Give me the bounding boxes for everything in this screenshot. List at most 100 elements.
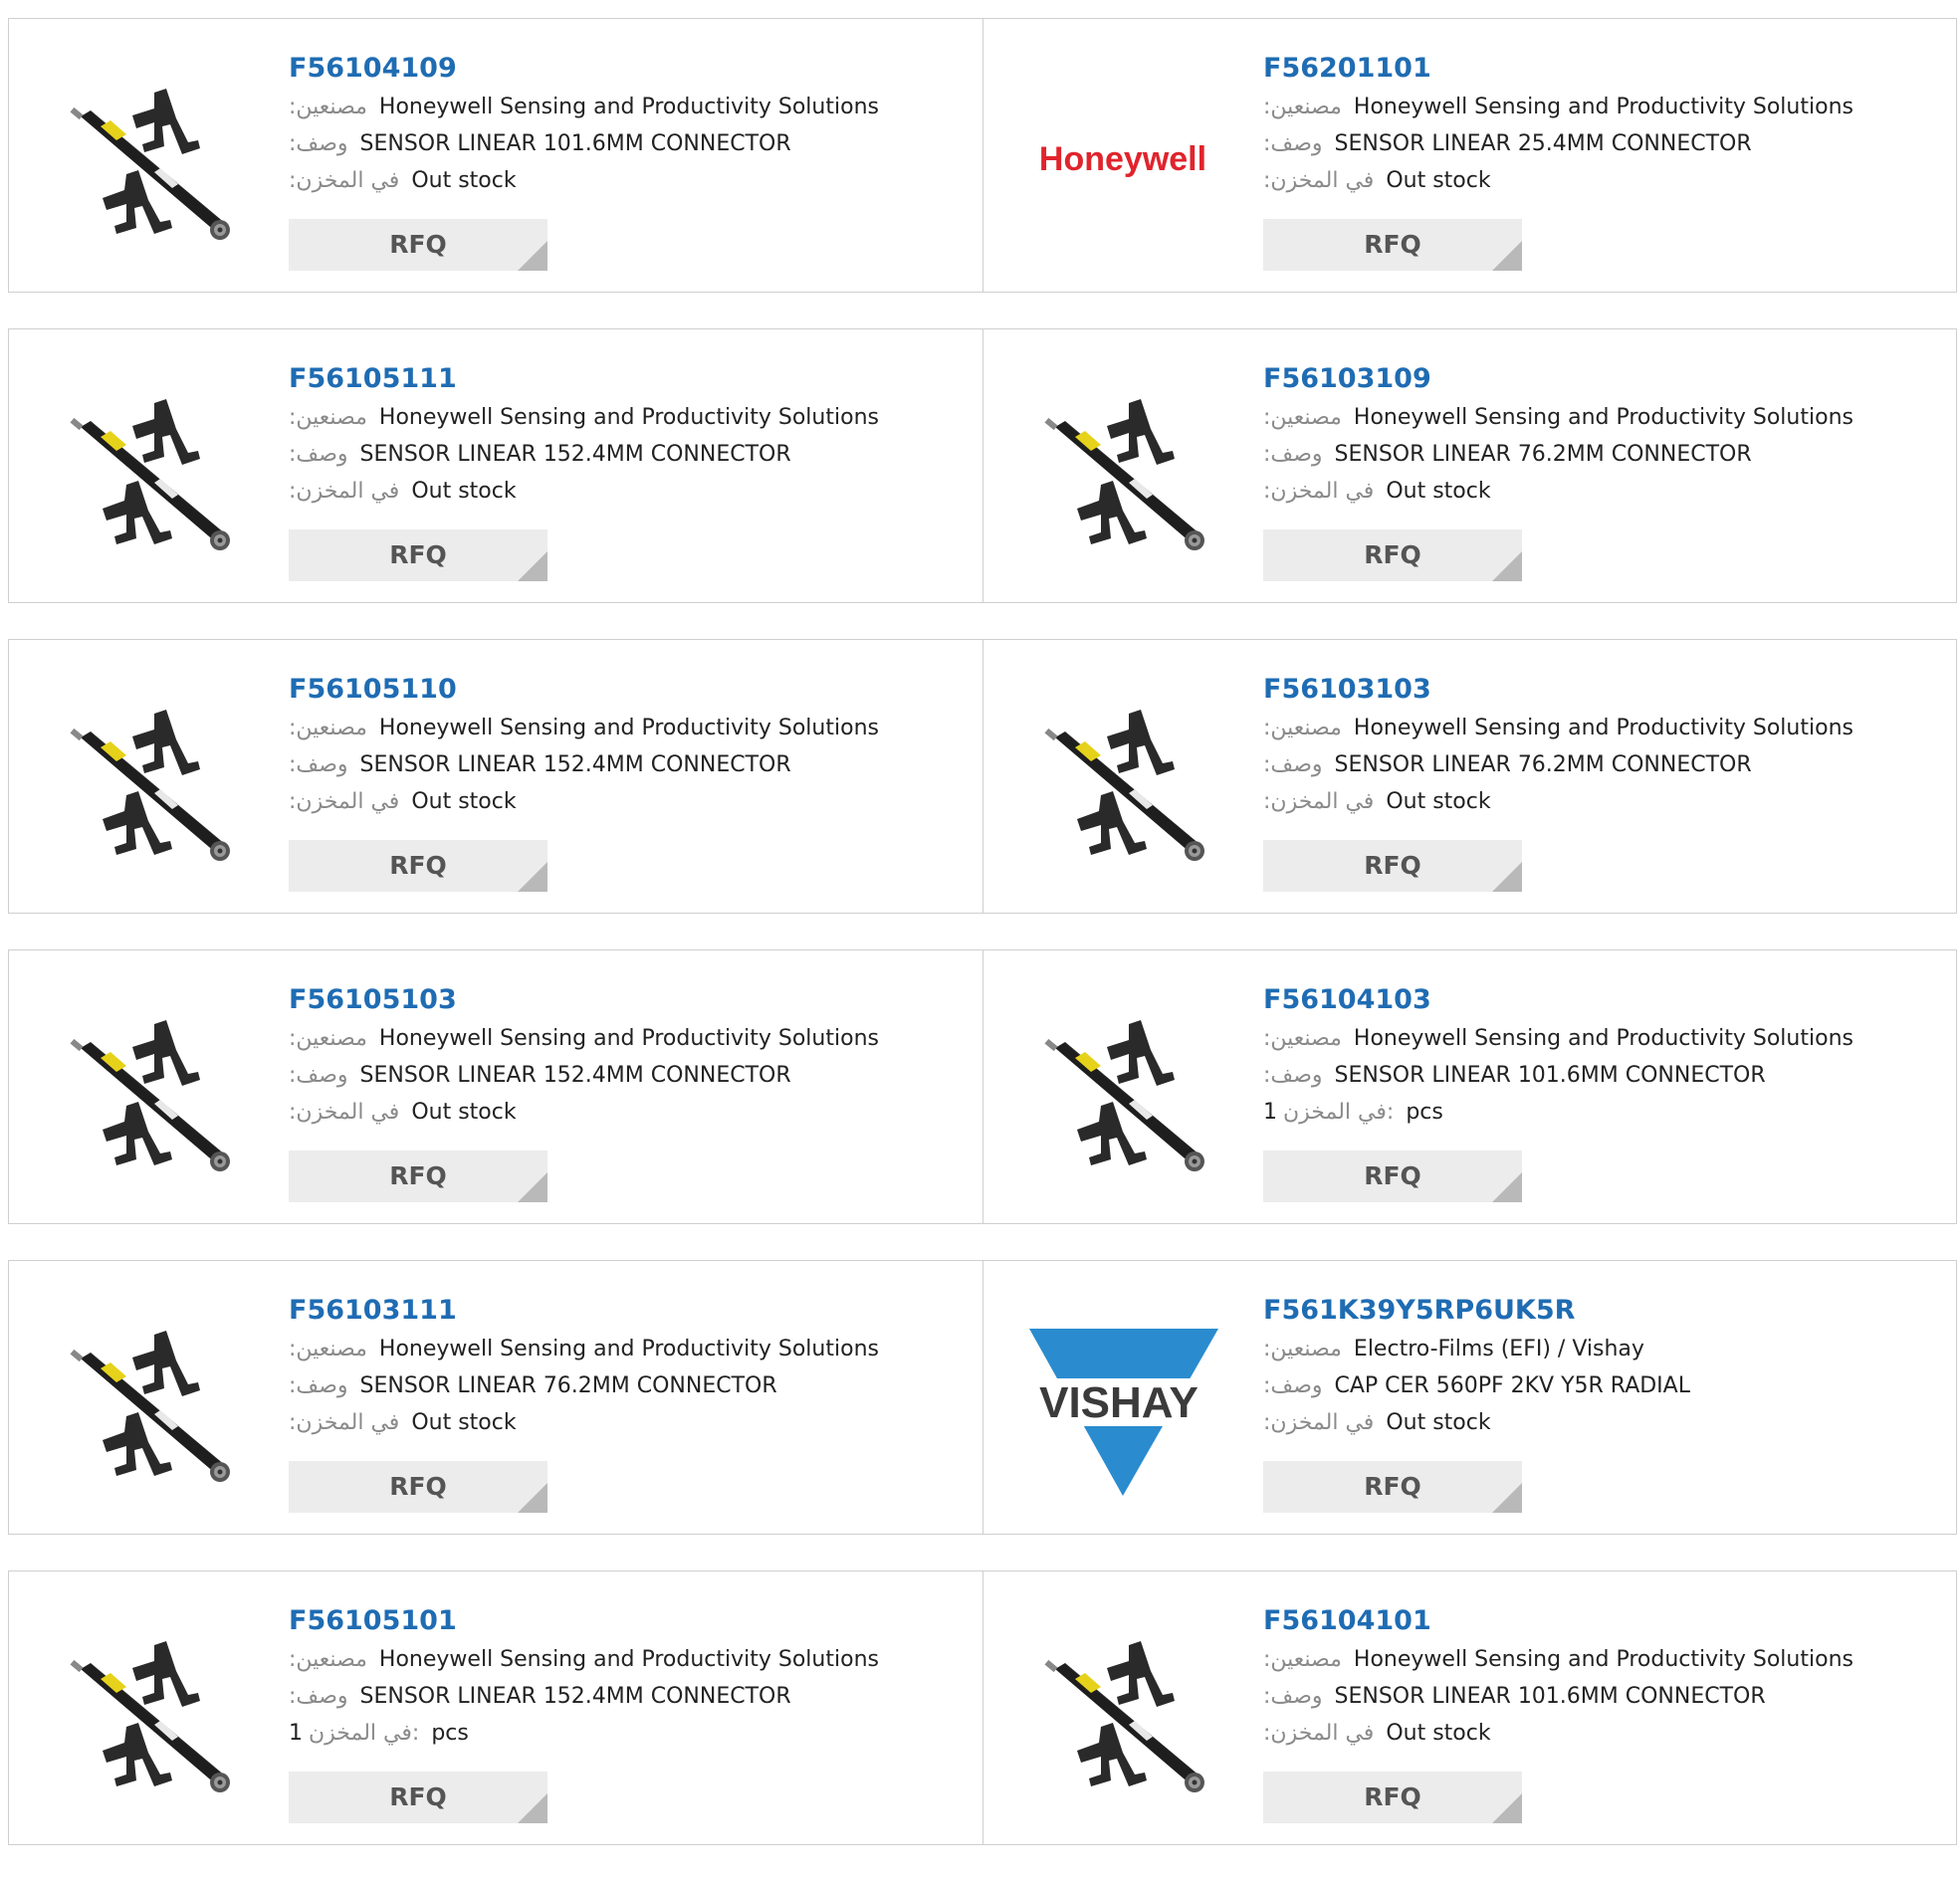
product-card: F56105111:مصنعين Honeywell Sensing and Pr…: [9, 329, 982, 602]
description-value: SENSOR LINEAR 101.6MM CONNECTOR: [1334, 1063, 1766, 1088]
rfq-button[interactable]: RFQ: [1263, 1461, 1522, 1513]
product-info: F56105103:مصنعين Honeywell Sensing and Pr…: [289, 980, 879, 1131]
part-number-link[interactable]: F56105103: [289, 980, 879, 1020]
manufacturer-value: Honeywell Sensing and Productivity Solut…: [1353, 1647, 1853, 1672]
part-number-link[interactable]: F56103111: [289, 1291, 879, 1331]
corner-triangle-icon: [1492, 1793, 1522, 1823]
rfq-button[interactable]: RFQ: [1263, 840, 1522, 892]
rfq-button-label: RFQ: [1364, 851, 1421, 880]
linear-sensor-image: [70, 89, 230, 240]
rfq-button[interactable]: RFQ: [289, 219, 547, 271]
part-number-link[interactable]: F561K39Y5RP6UK5R: [1263, 1291, 1690, 1331]
product-image[interactable]: VISHAY: [1023, 1301, 1222, 1500]
manufacturer-label: :مصنعين: [1263, 1337, 1342, 1361]
product-info: F56103111:مصنعين Honeywell Sensing and Pr…: [289, 1291, 879, 1441]
stock-value: Out stock: [1386, 479, 1491, 504]
description-label: :وصف: [289, 1684, 348, 1709]
rfq-button[interactable]: RFQ: [289, 529, 547, 581]
rfq-button-label: RFQ: [389, 1472, 447, 1501]
manufacturer-line: :مصنعين Electro-Films (EFI) / Vishay: [1263, 1331, 1690, 1367]
manufacturer-value: Honeywell Sensing and Productivity Solut…: [1353, 1026, 1853, 1051]
product-image[interactable]: [1023, 1611, 1222, 1810]
product-image[interactable]: [49, 680, 248, 879]
part-number-link[interactable]: F56103103: [1263, 670, 1853, 710]
rfq-button[interactable]: RFQ: [1263, 1150, 1522, 1202]
vishay-logo-text: VISHAY: [1039, 1378, 1198, 1427]
linear-sensor-image: [1044, 1020, 1204, 1171]
product-card: F56104103 :مصنعين Honeywell Sensing and Pr…: [982, 950, 1956, 1223]
stock-line: :في المخزن Out stock: [289, 1404, 879, 1441]
description-line: :وصف SENSOR LINEAR 152.4MM CONNECTOR: [289, 1678, 879, 1715]
product-image[interactable]: [1023, 990, 1222, 1189]
stock-line: 1 في المخزن: pcs: [1263, 1094, 1853, 1131]
part-number-link[interactable]: F56201101: [1263, 49, 1853, 89]
description-label: :وصف: [289, 131, 348, 156]
linear-sensor-image: [70, 1331, 230, 1482]
product-row: F56105110 :مصنعين Honeywell Sensing and Pr…: [8, 639, 1957, 914]
description-line: :وصف SENSOR LINEAR 152.4MM CONNECTOR: [289, 1057, 879, 1094]
manufacturer-label: :مصنعين: [1263, 1026, 1342, 1051]
part-number-link[interactable]: F56105111: [289, 359, 879, 399]
stock-quantity: 1: [1263, 1100, 1277, 1125]
part-number-link[interactable]: F56105101: [289, 1601, 879, 1641]
manufacturer-value: Honeywell Sensing and Productivity Solut…: [378, 1647, 879, 1672]
manufacturer-value: Honeywell Sensing and Productivity Solut…: [1353, 95, 1853, 119]
description-label: :وصف: [1263, 1373, 1323, 1398]
product-row: F56103111:مصنعين Honeywell Sensing and Pr…: [8, 1260, 1957, 1535]
vishay-logo: VISHAY: [1023, 1329, 1222, 1496]
description-value: CAP CER 560PF 2KV Y5R RADIAL: [1334, 1373, 1690, 1398]
description-line: :وصف SENSOR LINEAR 152.4MM CONNECTOR: [289, 746, 879, 783]
stock-value: Out stock: [411, 789, 517, 814]
product-image[interactable]: [49, 59, 248, 258]
stock-value: Out stock: [1386, 1410, 1491, 1435]
product-card: VISHAY F561K39Y5RP6UK5R :مصنعين Electro-Fil…: [982, 1261, 1956, 1534]
rfq-button-label: RFQ: [1364, 1161, 1421, 1190]
rfq-button[interactable]: RFQ: [1263, 529, 1522, 581]
description-line: :وصف SENSOR LINEAR 76.2MM CONNECTOR: [289, 1367, 879, 1404]
stock-value: Out stock: [411, 1100, 517, 1125]
part-number-link[interactable]: F56104103: [1263, 980, 1853, 1020]
manufacturer-value: Electro-Films (EFI) / Vishay: [1353, 1337, 1644, 1361]
stock-label: :في المخزن: [289, 479, 400, 504]
rfq-button[interactable]: RFQ: [1263, 219, 1522, 271]
manufacturer-label: :مصنعين: [289, 1026, 367, 1051]
part-number-link[interactable]: F56104101: [1263, 1601, 1853, 1641]
product-info: F56103109:مصنعين Honeywell Sensing and Pr…: [1263, 359, 1853, 510]
stock-label: :في المخزن: [289, 168, 400, 193]
description-line: :وصف SENSOR LINEAR 76.2MM CONNECTOR: [1263, 436, 1853, 473]
linear-sensor-image: [70, 1020, 230, 1171]
manufacturer-value: Honeywell Sensing and Productivity Solut…: [378, 95, 879, 119]
manufacturer-line: :مصنعين Honeywell Sensing and Productivit…: [1263, 89, 1853, 125]
rfq-button[interactable]: RFQ: [289, 1772, 547, 1823]
product-card: F56103103:مصنعين Honeywell Sensing and Pr…: [982, 640, 1956, 913]
corner-triangle-icon: [518, 1483, 547, 1513]
rfq-button-label: RFQ: [1364, 1472, 1421, 1501]
product-image[interactable]: [49, 369, 248, 568]
description-line: :وصف SENSOR LINEAR 101.6MM CONNECTOR: [1263, 1057, 1853, 1094]
stock-value: Out stock: [411, 1410, 517, 1435]
product-info: F56105110:مصنعين Honeywell Sensing and Pr…: [289, 670, 879, 820]
rfq-button[interactable]: RFQ: [289, 1150, 547, 1202]
rfq-button[interactable]: RFQ: [289, 840, 547, 892]
product-image[interactable]: [49, 990, 248, 1189]
manufacturer-label: :مصنعين: [289, 716, 367, 740]
stock-line: :في المخزن Out stock: [289, 783, 879, 820]
part-number-link[interactable]: F56103109: [1263, 359, 1853, 399]
rfq-button[interactable]: RFQ: [289, 1461, 547, 1513]
stock-label: :في المخزن: [289, 1410, 400, 1435]
manufacturer-value: Honeywell Sensing and Productivity Solut…: [1353, 716, 1853, 740]
product-info: F56201101:مصنعين Honeywell Sensing and Pr…: [1263, 49, 1853, 199]
product-image[interactable]: [49, 1301, 248, 1500]
rfq-button-label: RFQ: [1364, 540, 1421, 569]
product-image[interactable]: Honeywell: [1023, 59, 1222, 258]
part-number-link[interactable]: F56104109: [289, 49, 879, 89]
product-image[interactable]: [49, 1611, 248, 1810]
manufacturer-label: :مصنعين: [289, 1647, 367, 1672]
product-card: Honeywell F56201101:مصنعين Honeywell Sensi…: [982, 19, 1956, 292]
product-info: F56105101 :مصنعين Honeywell Sensing and Pr…: [289, 1601, 879, 1752]
description-line: :وصف CAP CER 560PF 2KV Y5R RADIAL: [1263, 1367, 1690, 1404]
product-image[interactable]: [1023, 680, 1222, 879]
part-number-link[interactable]: F56105110: [289, 670, 879, 710]
rfq-button[interactable]: RFQ: [1263, 1772, 1522, 1823]
product-image[interactable]: [1023, 369, 1222, 568]
